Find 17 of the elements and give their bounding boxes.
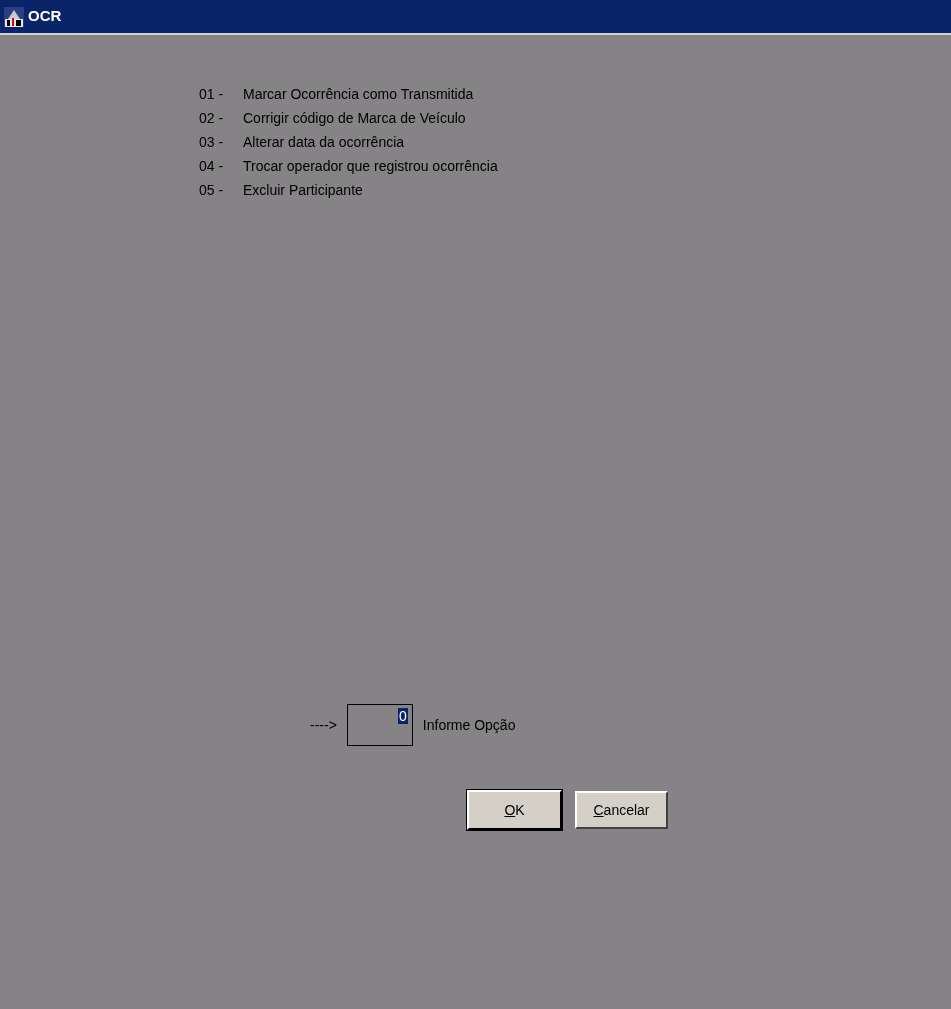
window-title: OCR <box>28 6 62 27</box>
arrow-text: ----> <box>310 715 337 735</box>
option-code: 03 - <box>199 133 225 151</box>
option-label: Marcar Ocorrência como Transmitida <box>243 85 474 103</box>
dialog-button[interactable]: OK <box>467 790 562 830</box>
app-logo-icon <box>4 6 24 27</box>
option-label: Trocar operador que registrou ocorrência <box>243 157 498 175</box>
input-label: Informe Opção <box>422 715 516 735</box>
option-code: 04 - <box>199 157 225 175</box>
option-code: 02 - <box>199 109 225 127</box>
option-label: Excluir Participante <box>243 181 363 199</box>
option-label: Corrigir código de Marca de Veículo <box>243 109 466 127</box>
dialog-button[interactable]: Cancelar <box>575 791 668 829</box>
option-input-field[interactable]: 0 <box>346 704 413 746</box>
option-code: 01 - <box>199 85 225 103</box>
option-code: 05 - <box>199 181 225 199</box>
option-label: Alterar data da ocorrência <box>243 133 405 151</box>
